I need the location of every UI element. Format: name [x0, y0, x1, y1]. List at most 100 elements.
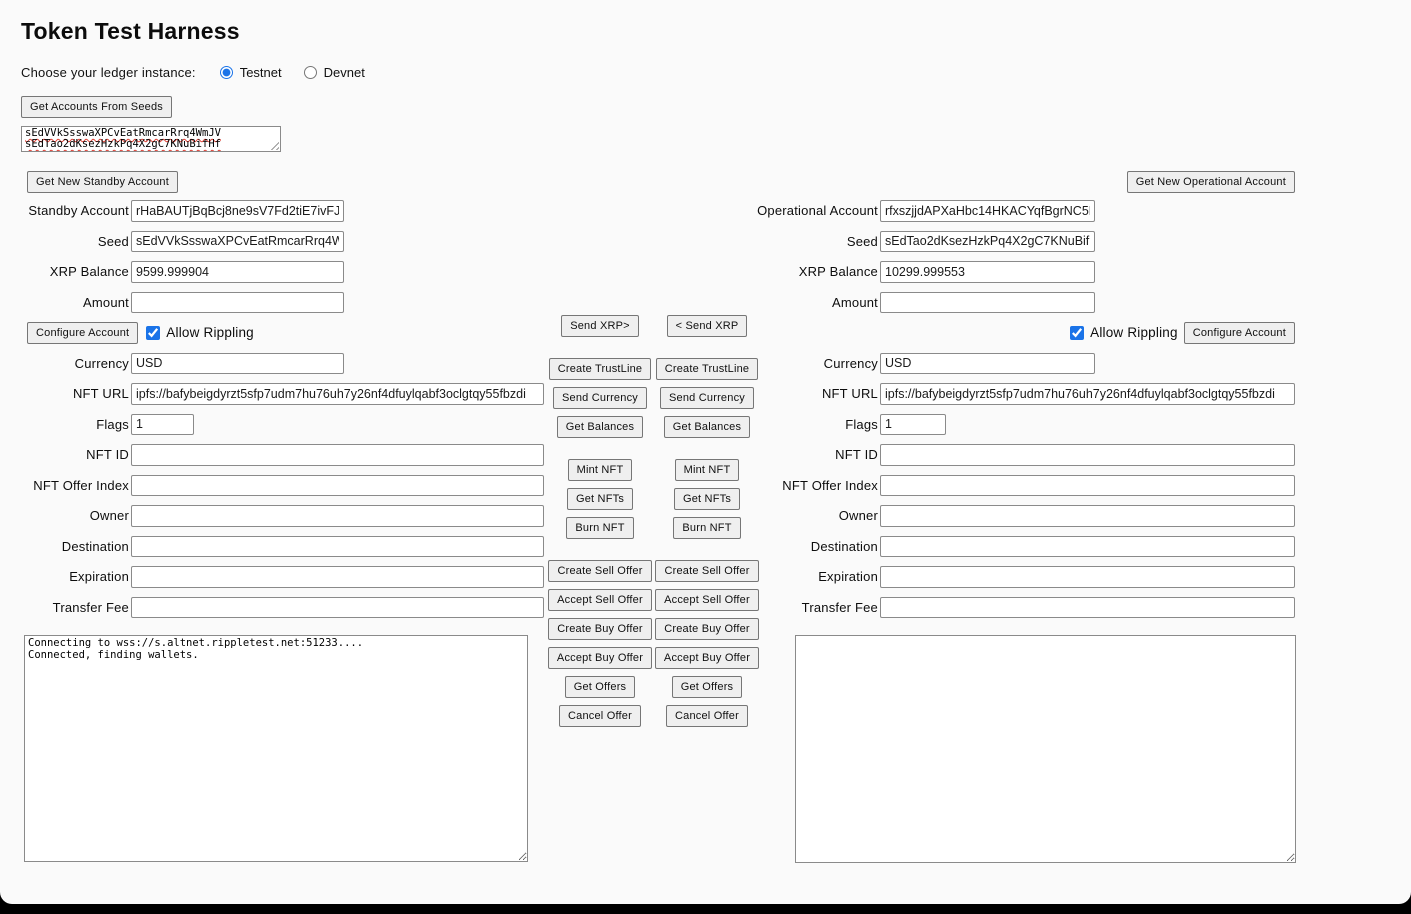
operational-expiration-row: Expiration	[700, 566, 1295, 588]
standby-transfer-fee-row: Transfer Fee	[0, 597, 560, 619]
operational-send-xrp-button[interactable]: < Send XRP	[667, 315, 748, 337]
operational-currency-input[interactable]	[880, 353, 1095, 375]
devnet-radio-label: Devnet	[324, 65, 365, 80]
operational-destination-input[interactable]	[880, 536, 1295, 558]
operational-nft-url-input[interactable]	[880, 383, 1295, 405]
standby-currency-input[interactable]	[131, 353, 344, 375]
standby-cancel-offer-button[interactable]: Cancel Offer	[559, 705, 641, 727]
operational-xrp-balance-label: XRP Balance	[700, 264, 878, 279]
standby-destination-input[interactable]	[131, 536, 544, 558]
operational-get-nfts-button[interactable]: Get NFTs	[674, 488, 740, 510]
standby-xrp-balance-label: XRP Balance	[0, 264, 129, 279]
standby-flags-row: Flags	[0, 414, 560, 436]
standby-amount-input[interactable]	[131, 292, 344, 314]
operational-mint-nft-button[interactable]: Mint NFT	[675, 459, 740, 481]
get-new-standby-account-button[interactable]: Get New Standby Account	[27, 171, 178, 193]
standby-account-form: Get New Standby Account Standby Account …	[0, 171, 560, 627]
operational-account-input[interactable]	[880, 200, 1095, 222]
standby-accept-buy-offer-button[interactable]: Accept Buy Offer	[548, 647, 652, 669]
standby-results-textarea[interactable]: Connecting to wss://s.altnet.rippletest.…	[24, 635, 528, 862]
operational-burn-nft-button[interactable]: Burn NFT	[673, 517, 740, 539]
operational-configure-account-button[interactable]: Configure Account	[1184, 322, 1295, 344]
standby-expiration-label: Expiration	[0, 569, 129, 584]
standby-accept-sell-offer-button[interactable]: Accept Sell Offer	[548, 589, 652, 611]
standby-destination-row: Destination	[0, 536, 560, 558]
operational-get-balances-button[interactable]: Get Balances	[664, 416, 750, 438]
standby-expiration-input[interactable]	[131, 566, 544, 588]
operational-create-trustline-button[interactable]: Create TrustLine	[656, 358, 759, 380]
get-new-operational-account-button[interactable]: Get New Operational Account	[1127, 171, 1295, 193]
standby-send-xrp-button[interactable]: Send XRP>	[561, 315, 639, 337]
standby-create-trustline-button[interactable]: Create TrustLine	[549, 358, 652, 380]
standby-nft-url-label: NFT URL	[0, 386, 129, 401]
operational-transfer-fee-input[interactable]	[880, 597, 1295, 619]
operational-xrp-balance-row: XRP Balance	[700, 261, 1295, 283]
operational-accept-buy-offer-button[interactable]: Accept Buy Offer	[655, 647, 759, 669]
operational-nft-id-row: NFT ID	[700, 444, 1295, 466]
standby-expiration-row: Expiration	[0, 566, 560, 588]
operational-amount-label: Amount	[700, 295, 878, 310]
operational-flags-input[interactable]	[880, 414, 946, 436]
operational-get-offers-button[interactable]: Get Offers	[672, 676, 743, 698]
radio-option-testnet[interactable]: Testnet	[220, 65, 282, 80]
operational-expiration-input[interactable]	[880, 566, 1295, 588]
operational-nft-url-row: NFT URL	[700, 383, 1295, 405]
standby-allow-rippling-label: Allow Rippling	[166, 325, 254, 340]
operational-nft-offer-index-input[interactable]	[880, 475, 1295, 497]
standby-owner-input[interactable]	[131, 505, 544, 527]
standby-transfer-fee-input[interactable]	[131, 597, 544, 619]
operational-xrp-balance-input[interactable]	[880, 261, 1095, 283]
standby-create-buy-offer-button[interactable]: Create Buy Offer	[548, 618, 652, 640]
standby-allow-rippling-checkbox[interactable]	[146, 326, 160, 340]
operational-results-textarea[interactable]	[795, 635, 1296, 863]
standby-nft-id-input[interactable]	[131, 444, 544, 466]
operational-account-row: Operational Account	[700, 200, 1295, 222]
operational-accept-sell-offer-button[interactable]: Accept Sell Offer	[655, 589, 759, 611]
token-test-harness-page: Token Test Harness Choose your ledger in…	[0, 0, 1411, 904]
operational-owner-row: Owner	[700, 505, 1295, 527]
standby-get-offers-button[interactable]: Get Offers	[565, 676, 636, 698]
seeds-textarea[interactable]: sEdVVkSsswaXPCvEatRmcarRrq4WmJV sEdTao2d…	[21, 126, 281, 152]
operational-cancel-offer-button[interactable]: Cancel Offer	[666, 705, 748, 727]
standby-configure-account-button[interactable]: Configure Account	[27, 322, 138, 344]
standby-burn-nft-button[interactable]: Burn NFT	[566, 517, 633, 539]
standby-mint-nft-button[interactable]: Mint NFT	[568, 459, 633, 481]
operational-owner-input[interactable]	[880, 505, 1295, 527]
standby-currency-row: Currency	[0, 353, 560, 375]
operational-create-sell-offer-button[interactable]: Create Sell Offer	[655, 560, 758, 582]
standby-xrp-balance-row: XRP Balance	[0, 261, 560, 283]
testnet-radio[interactable]	[220, 66, 233, 79]
operational-allow-rippling-label: Allow Rippling	[1090, 325, 1178, 340]
standby-get-balances-button[interactable]: Get Balances	[557, 416, 643, 438]
operational-transfer-fee-row: Transfer Fee	[700, 597, 1295, 619]
standby-nft-offer-index-label: NFT Offer Index	[0, 478, 129, 493]
operational-destination-row: Destination	[700, 536, 1295, 558]
operational-account-form: Get New Operational Account Operational …	[700, 171, 1295, 627]
standby-xrp-balance-input[interactable]	[131, 261, 344, 283]
operational-amount-input[interactable]	[880, 292, 1095, 314]
standby-nft-offer-index-input[interactable]	[131, 475, 544, 497]
ledger-prompt-label: Choose your ledger instance:	[21, 65, 196, 80]
operational-nft-id-input[interactable]	[880, 444, 1295, 466]
operational-seed-row: Seed	[700, 231, 1295, 253]
standby-configure-row: Configure Account Allow Rippling	[0, 322, 560, 344]
standby-account-input[interactable]	[131, 200, 344, 222]
standby-seed-input[interactable]	[131, 231, 344, 253]
standby-account-row: Standby Account	[0, 200, 560, 222]
operational-create-buy-offer-button[interactable]: Create Buy Offer	[655, 618, 759, 640]
get-accounts-from-seeds-button[interactable]: Get Accounts From Seeds	[21, 96, 172, 118]
standby-destination-label: Destination	[0, 539, 129, 554]
standby-nft-url-input[interactable]	[131, 383, 544, 405]
devnet-radio[interactable]	[304, 66, 317, 79]
standby-send-currency-button[interactable]: Send Currency	[553, 387, 647, 409]
standby-amount-row: Amount	[0, 292, 560, 314]
operational-send-currency-button[interactable]: Send Currency	[660, 387, 754, 409]
standby-amount-label: Amount	[0, 295, 129, 310]
operational-seed-input[interactable]	[880, 231, 1095, 253]
standby-seed-row: Seed	[0, 231, 560, 253]
standby-flags-input[interactable]	[131, 414, 194, 436]
radio-option-devnet[interactable]: Devnet	[304, 65, 365, 80]
standby-create-sell-offer-button[interactable]: Create Sell Offer	[548, 560, 651, 582]
standby-get-nfts-button[interactable]: Get NFTs	[567, 488, 633, 510]
operational-allow-rippling-checkbox[interactable]	[1070, 326, 1084, 340]
